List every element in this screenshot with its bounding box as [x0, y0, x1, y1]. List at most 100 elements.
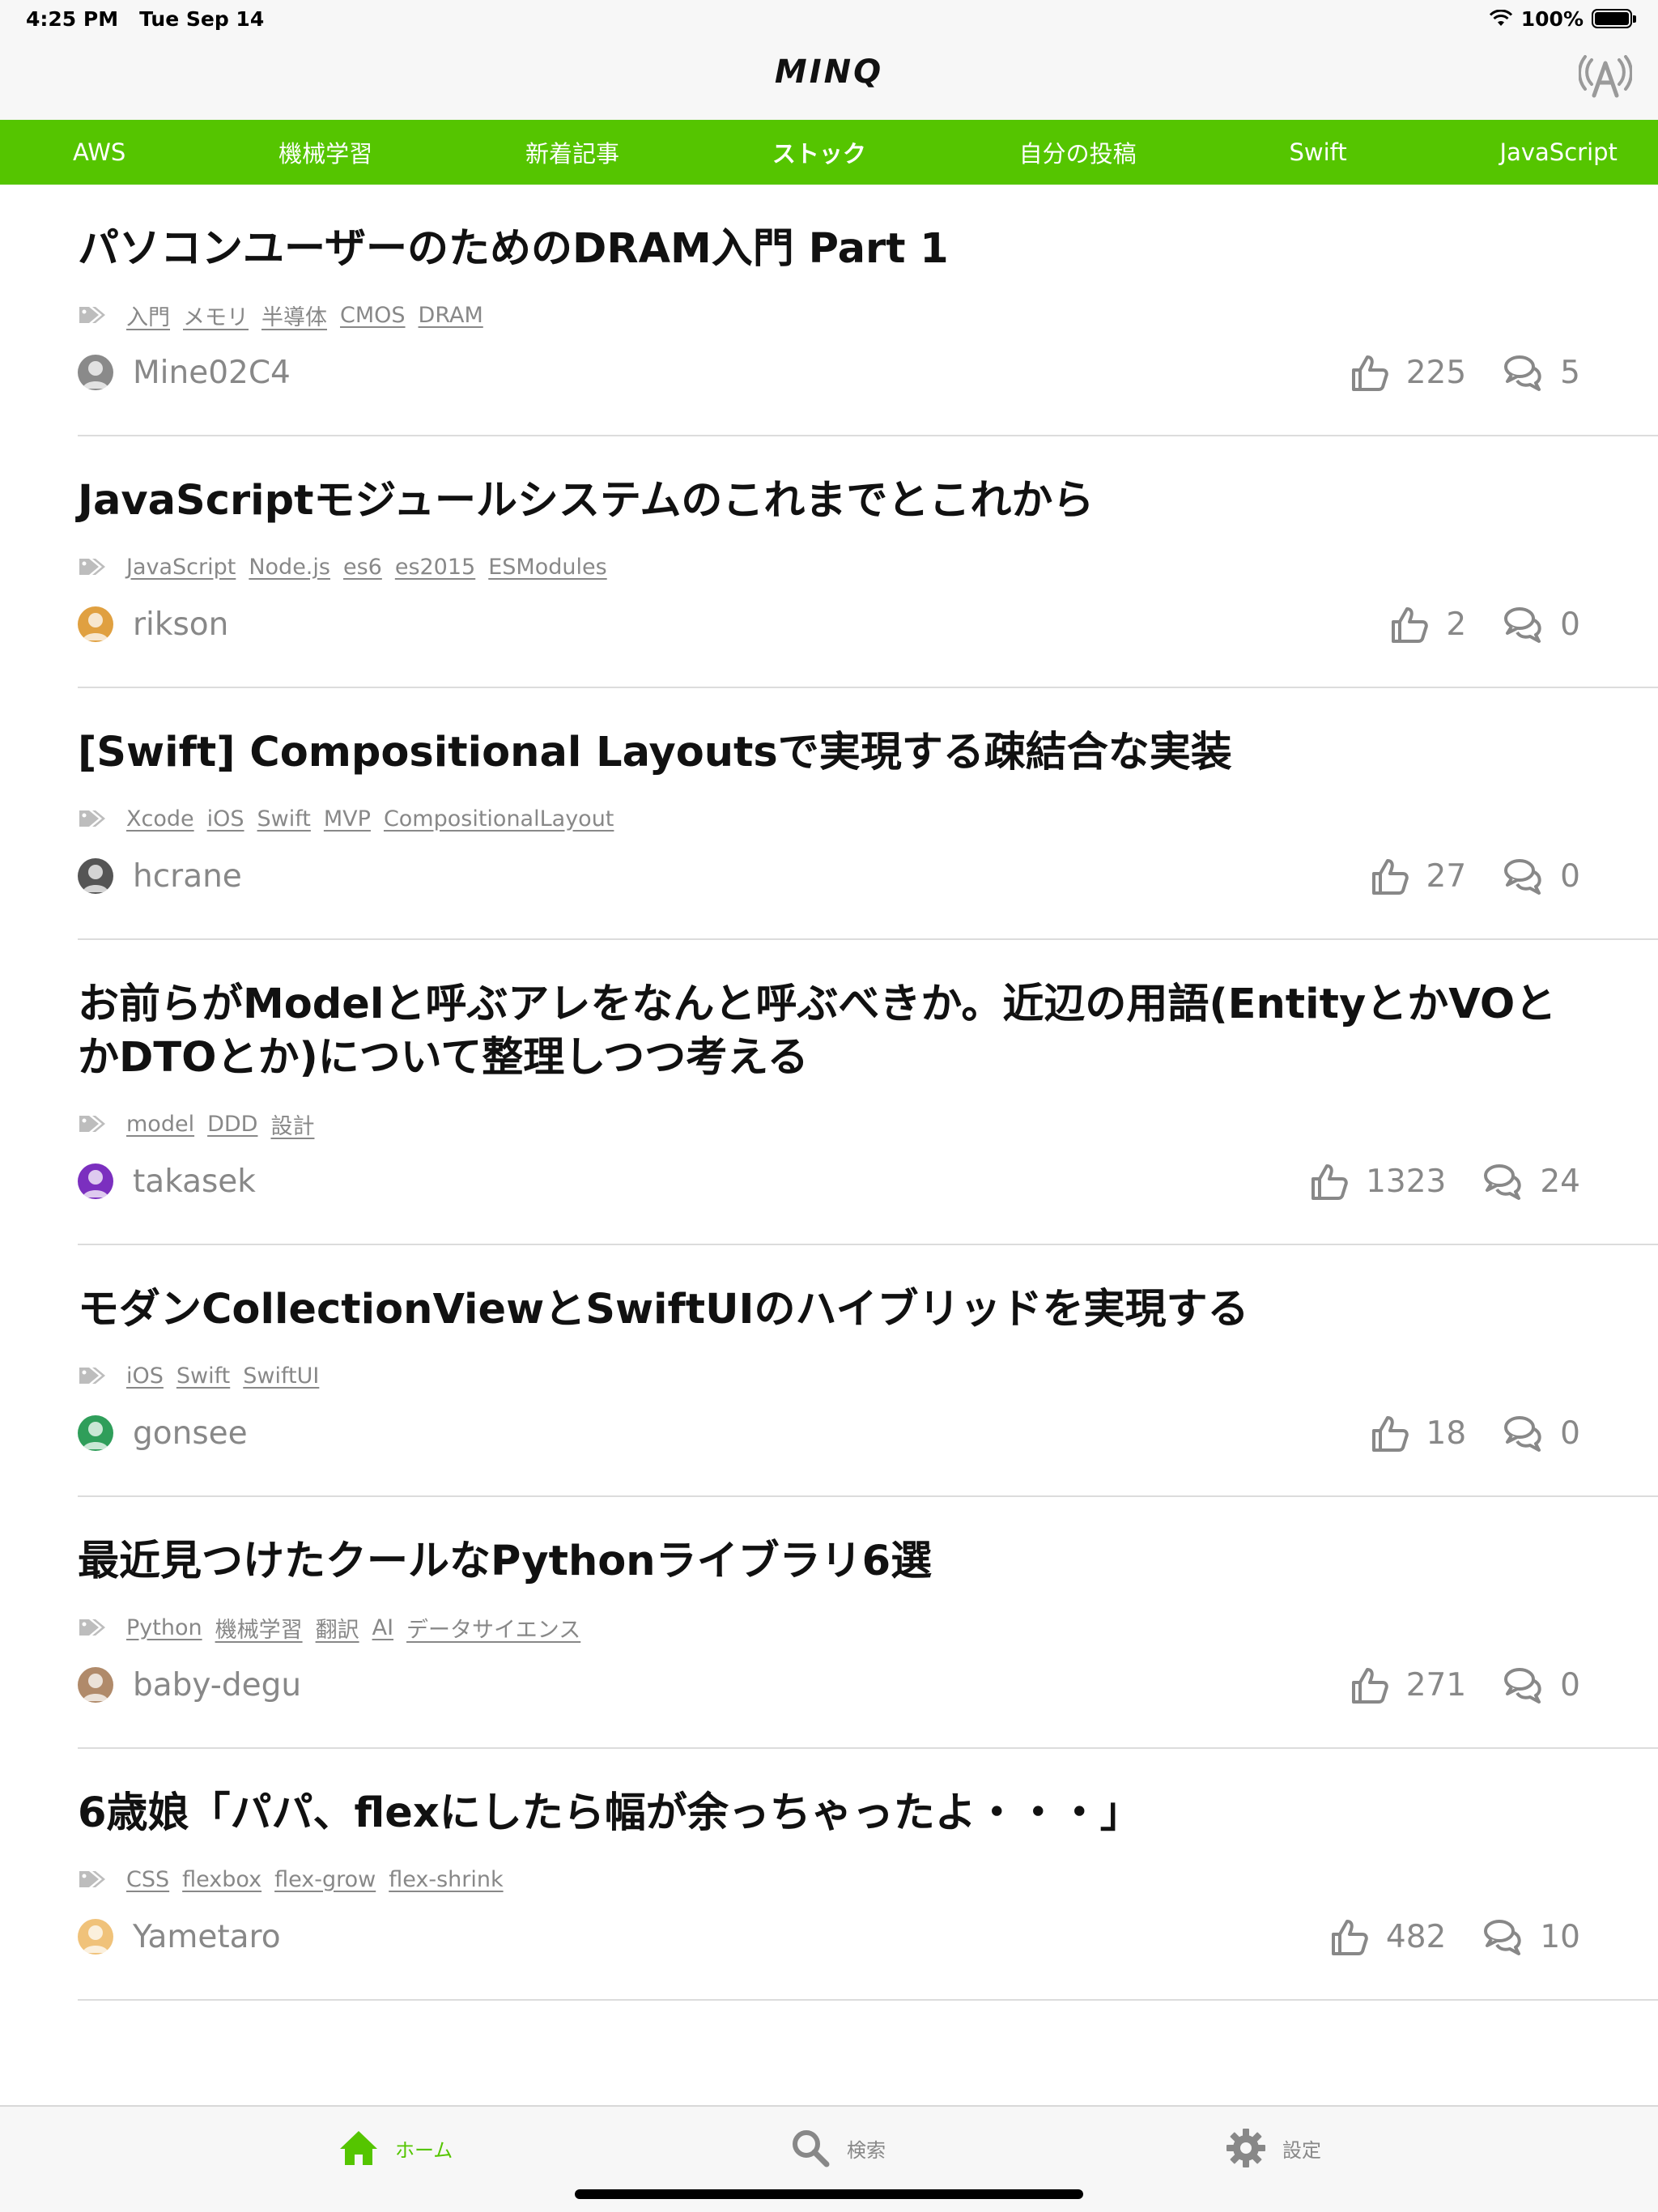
author-name[interactable]: takasek: [133, 1163, 1309, 1200]
article-stats: 482 10: [1329, 1916, 1580, 1957]
avatar[interactable]: [78, 606, 113, 642]
tag-link[interactable]: 入門: [126, 300, 170, 331]
tags-icon: [79, 1871, 105, 1887]
article-card[interactable]: [Swift] Compositional Layoutsで実現する疎結合な実装…: [78, 688, 1658, 940]
tag-link[interactable]: MVP: [324, 806, 371, 832]
tag-link[interactable]: 機械学習: [215, 1612, 303, 1644]
article-card[interactable]: お前らがModelと呼ぶアレをなんと呼ぶべきか。近辺の用語(EntityとかVO…: [78, 940, 1658, 1245]
tag-link[interactable]: flexbox: [182, 1867, 261, 1892]
comments-icon: [1504, 1668, 1541, 1704]
tag-link[interactable]: 設計: [270, 1108, 314, 1140]
tag-link[interactable]: Swift: [176, 1363, 230, 1389]
article-stats: 1323 24: [1309, 1161, 1580, 1202]
article-card[interactable]: 6歳娘「パパ、flexにしたら幅が余っちゃったよ・・・」 CSS flexbox fl…: [78, 1749, 1658, 2001]
bottom-tab-label: 検索: [847, 2138, 886, 2162]
tag-link[interactable]: DRAM: [419, 303, 483, 328]
tag-list: model DDD 設計: [78, 1108, 1580, 1140]
tag-link[interactable]: Swift: [257, 806, 311, 832]
article-card[interactable]: モダンCollectionViewとSwiftUIのハイブリッドを実現する iOS…: [78, 1245, 1658, 1497]
tag-link[interactable]: CMOS: [340, 303, 406, 328]
tag-link[interactable]: 翻訳: [316, 1612, 359, 1644]
bottom-tab-settings[interactable]: 設定: [1226, 2128, 1321, 2168]
tag-link[interactable]: CSS: [126, 1867, 169, 1892]
tag-link[interactable]: iOS: [126, 1363, 164, 1389]
article-card[interactable]: JavaScriptモジュールシステムのこれまでとこれから JavaScript N…: [78, 436, 1658, 688]
tags-icon: [79, 1116, 105, 1132]
article-title[interactable]: モダンCollectionViewとSwiftUIのハイブリッドを実現する: [78, 1283, 1580, 1337]
tag-link[interactable]: es2015: [395, 555, 475, 580]
tab-6[interactable]: JavaScript: [1500, 138, 1618, 166]
thumbs-up-icon: [1392, 607, 1429, 643]
antenna-icon[interactable]: [1579, 55, 1632, 100]
thumbs-up-icon: [1371, 859, 1409, 895]
tag-link[interactable]: SwiftUI: [243, 1363, 319, 1389]
article-stats: 18 0: [1370, 1413, 1580, 1453]
tag-link[interactable]: DDD: [207, 1112, 257, 1137]
tag-link[interactable]: ESModules: [488, 555, 606, 580]
bottom-tab-search[interactable]: 検索: [790, 2128, 886, 2168]
tab-3[interactable]: ストック: [772, 135, 866, 169]
tag-link[interactable]: model: [126, 1112, 194, 1137]
thumbs-up-icon: [1331, 1920, 1368, 1955]
bottom-tab-home[interactable]: ホーム: [338, 2128, 453, 2168]
author-name[interactable]: Mine02C4: [133, 355, 1350, 391]
comment-count: 0: [1560, 857, 1580, 895]
tag-link[interactable]: データサイエンス: [406, 1612, 580, 1644]
author-name[interactable]: hcrane: [133, 858, 1370, 895]
tag-link[interactable]: Node.js: [249, 555, 330, 580]
article-card[interactable]: パソコンユーザーのためのDRAM入門 Part 1 入門 メモリ 半導体 CMOS DRA…: [78, 185, 1658, 436]
like-count: 18: [1426, 1414, 1467, 1452]
avatar[interactable]: [78, 1415, 113, 1451]
tag-link[interactable]: Python: [126, 1615, 202, 1640]
article-title[interactable]: 最近見つけたクールなPythonライブラリ6選: [78, 1535, 1580, 1589]
article-meta: takasek 1323 24: [78, 1161, 1580, 1202]
status-time: 4:25 PM: [26, 6, 119, 31]
thumbs-up-icon: [1351, 1668, 1388, 1704]
comments-icon: [1504, 859, 1541, 895]
tag-link[interactable]: Xcode: [126, 806, 194, 832]
tag-link[interactable]: flex-shrink: [389, 1867, 503, 1892]
tag-link[interactable]: 半導体: [261, 300, 327, 331]
tag-link[interactable]: CompositionalLayout: [384, 806, 614, 832]
tag-list: iOS Swift SwiftUI: [78, 1359, 1580, 1392]
battery-percent: 100%: [1520, 6, 1584, 31]
comments-icon: [1484, 1920, 1521, 1955]
category-tab-bar: AWS 機械学習 新着記事 ストック 自分の投稿 Swift JavaScript: [0, 120, 1658, 185]
avatar[interactable]: [78, 858, 113, 894]
article-title[interactable]: 6歳娘「パパ、flexにしたら幅が余っちゃったよ・・・」: [78, 1787, 1580, 1840]
author-name[interactable]: gonsee: [133, 1415, 1370, 1452]
thumbs-up-icon: [1371, 1416, 1409, 1452]
article-feed[interactable]: パソコンユーザーのためのDRAM入門 Part 1 入門 メモリ 半導体 CMOS DRA…: [0, 185, 1658, 2105]
tab-2[interactable]: 新着記事: [525, 135, 619, 169]
comment-count: 5: [1560, 354, 1580, 391]
tab-1[interactable]: 機械学習: [278, 135, 372, 169]
like-count: 1323: [1366, 1163, 1447, 1200]
tag-link[interactable]: iOS: [207, 806, 244, 832]
tag-link[interactable]: AI: [372, 1615, 393, 1640]
avatar[interactable]: [78, 1667, 113, 1703]
tab-5[interactable]: Swift: [1289, 138, 1346, 166]
tag-link[interactable]: flex-grow: [274, 1867, 376, 1892]
bottom-tab-label: 設定: [1282, 2138, 1321, 2162]
avatar[interactable]: [78, 1919, 113, 1955]
article-title[interactable]: JavaScriptモジュールシステムのこれまでとこれから: [78, 474, 1580, 528]
tag-list: Xcode iOS Swift MVP CompositionalLayout: [78, 802, 1580, 835]
avatar[interactable]: [78, 355, 113, 390]
tag-link[interactable]: es6: [343, 555, 382, 580]
tag-link[interactable]: JavaScript: [126, 555, 236, 580]
article-title[interactable]: [Swift] Compositional Layoutsで実現する疎結合な実装: [78, 726, 1580, 780]
tab-4[interactable]: 自分の投稿: [1019, 135, 1137, 169]
tags-icon: [79, 307, 105, 323]
author-name[interactable]: baby-degu: [133, 1667, 1350, 1704]
tags-icon: [79, 810, 105, 827]
tags-icon: [79, 1368, 105, 1384]
article-title[interactable]: パソコンユーザーのためのDRAM入門 Part 1: [78, 223, 1580, 276]
tab-0[interactable]: AWS: [73, 138, 125, 166]
author-name[interactable]: rikson: [133, 606, 1389, 643]
article-card[interactable]: 最近見つけたクールなPythonライブラリ6選 Python 機械学習 翻訳 AI データ…: [78, 1497, 1658, 1749]
avatar[interactable]: [78, 1163, 113, 1199]
author-name[interactable]: Yametaro: [133, 1919, 1329, 1955]
tag-link[interactable]: メモリ: [183, 300, 249, 331]
comments-icon: [1504, 607, 1541, 643]
article-title[interactable]: お前らがModelと呼ぶアレをなんと呼ぶべきか。近辺の用語(EntityとかVO…: [78, 978, 1580, 1085]
